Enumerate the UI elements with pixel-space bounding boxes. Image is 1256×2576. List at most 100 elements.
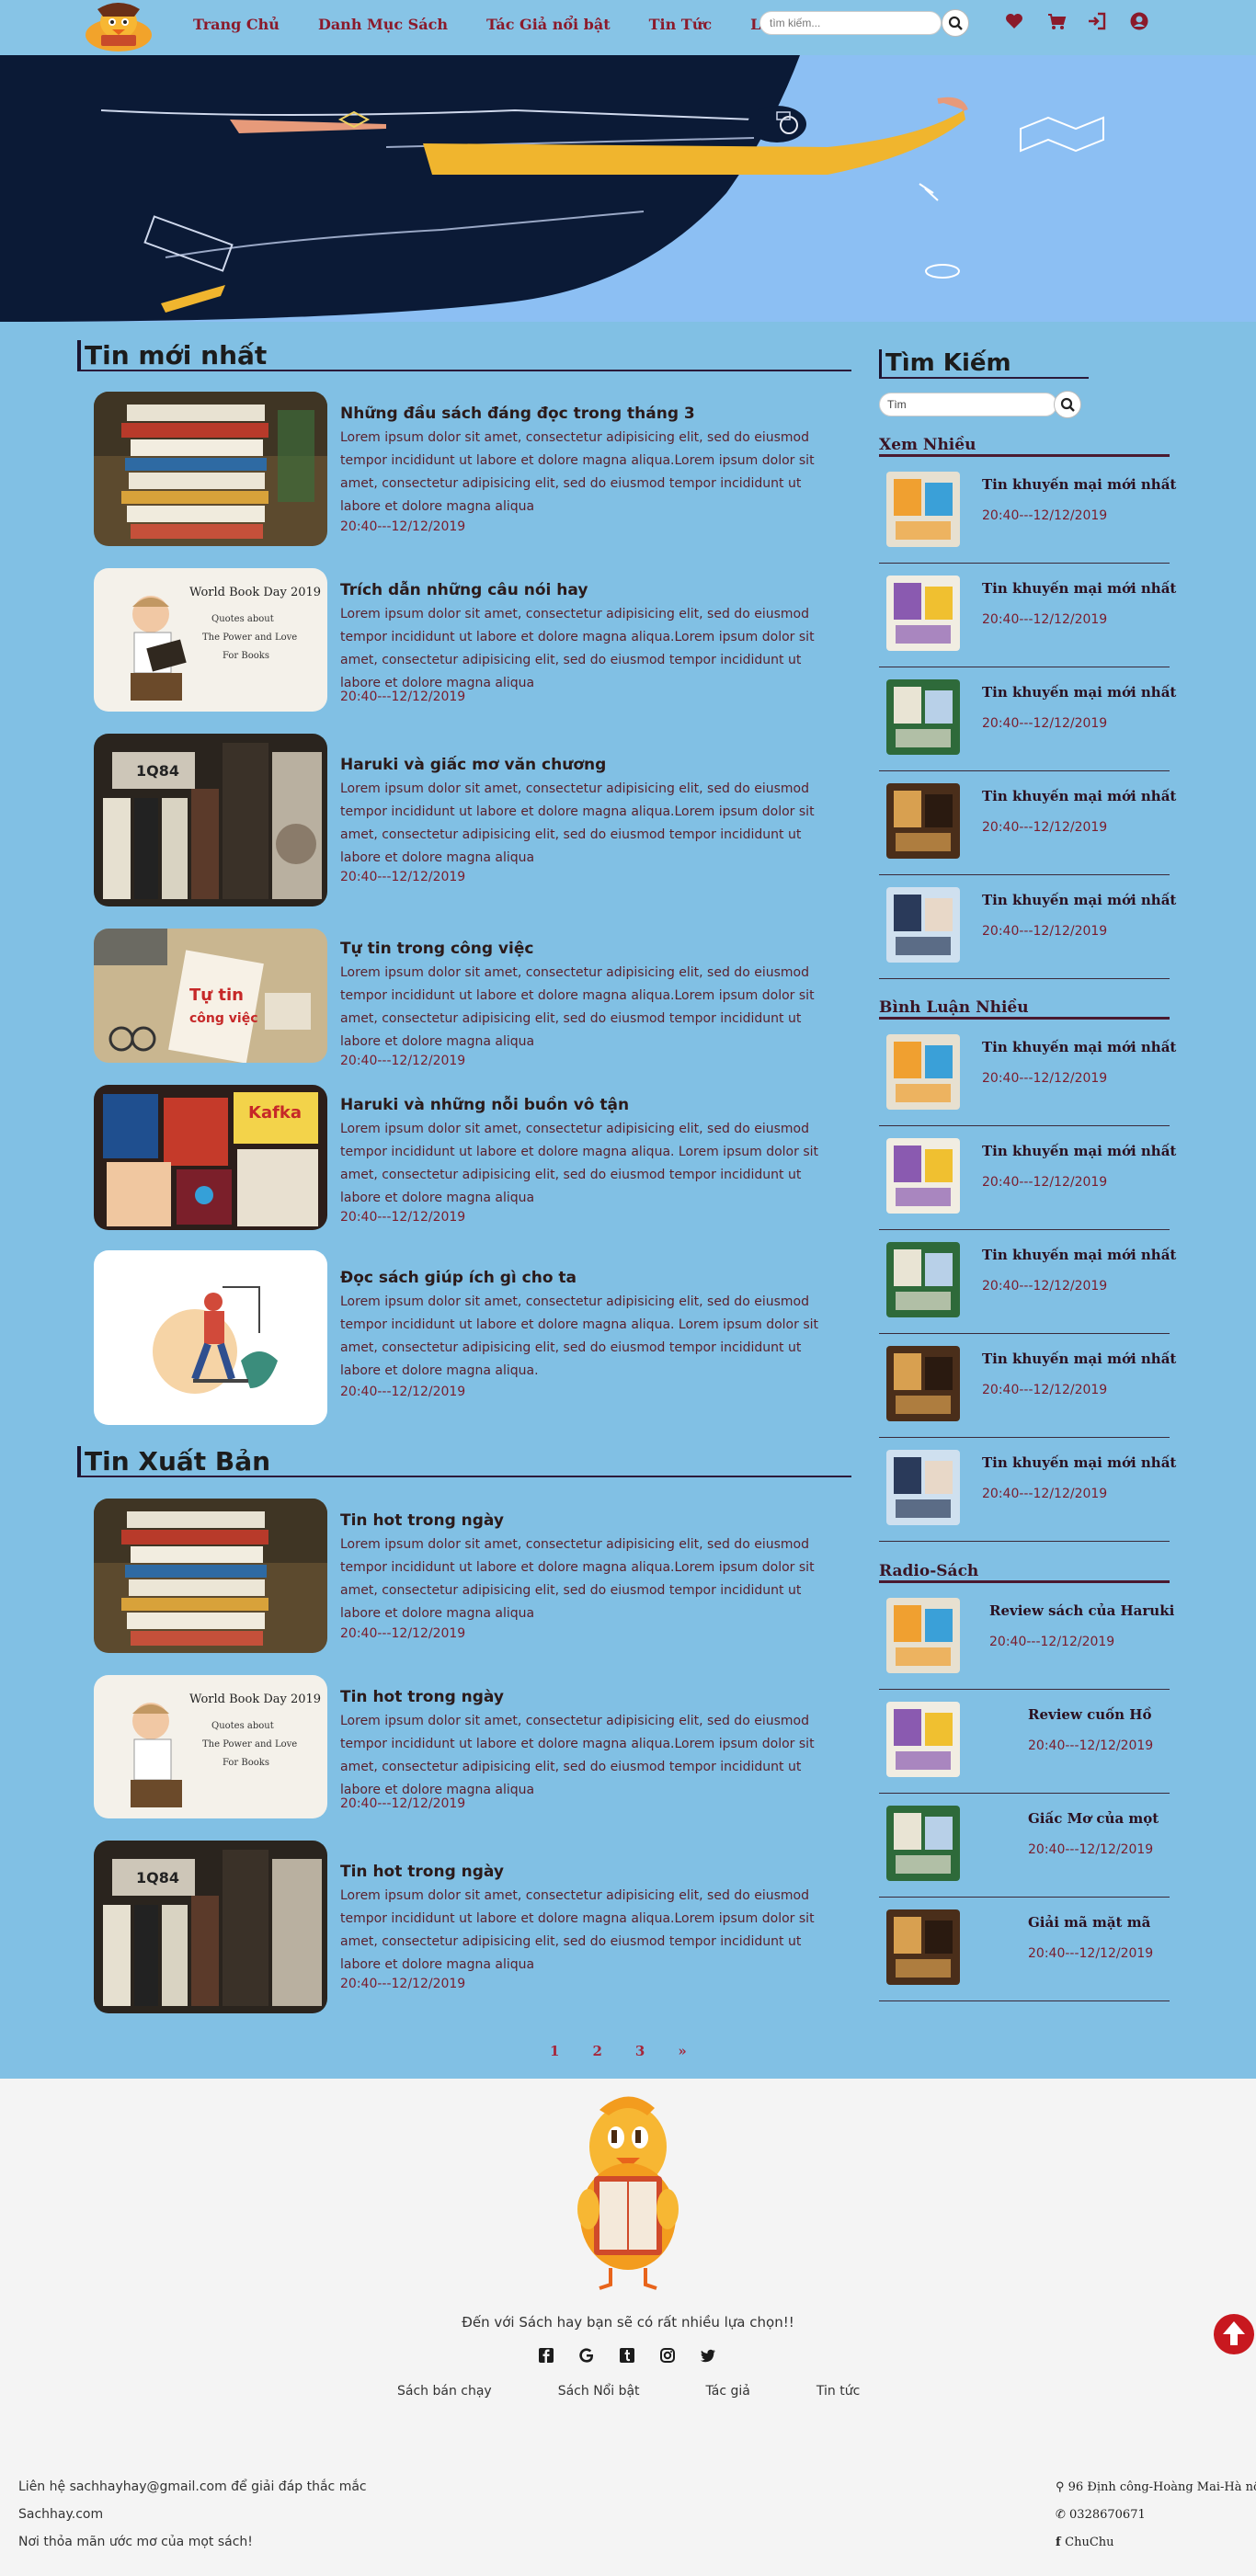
- article-title[interactable]: Đọc sách giúp ích gì cho ta: [340, 1269, 577, 1287]
- article-card[interactable]: 1Q84 Haruki và giấc mơ văn chương Lorem …: [94, 734, 848, 906]
- facebook-icon[interactable]: [537, 2346, 555, 2365]
- sidebar-thumbnail[interactable]: [886, 472, 960, 547]
- sidebar-news-item[interactable]: Giấc Mơ của mọt 20:40---12/12/2019: [879, 1794, 1170, 1898]
- svg-text:1Q84: 1Q84: [136, 762, 179, 780]
- article-thumbnail[interactable]: [94, 1499, 327, 1653]
- nav-authors[interactable]: Tác Giả nổi bật: [486, 16, 611, 33]
- article-title[interactable]: Haruki và giấc mơ văn chương: [340, 756, 606, 774]
- sidebar-news-item[interactable]: Tin khuyến mại mới nhất 20:40---12/12/201…: [879, 1230, 1176, 1334]
- twitter-icon[interactable]: [699, 2346, 717, 2365]
- sidebar-news-item[interactable]: Tin khuyến mại mới nhất 20:40---12/12/201…: [879, 771, 1176, 875]
- article-card[interactable]: Đọc sách giúp ích gì cho ta Lorem ipsum …: [94, 1250, 848, 1425]
- sidebar-thumbnail[interactable]: [886, 1450, 960, 1525]
- article-thumbnail[interactable]: [94, 392, 327, 546]
- sidebar-news-item[interactable]: Tin khuyến mại mới nhất 20:40---12/12/201…: [879, 1022, 1176, 1126]
- footer-facebook[interactable]: f ChuChu: [1056, 2536, 1114, 2549]
- page-3-link[interactable]: 3: [635, 2043, 645, 2059]
- sidebar-thumbnail[interactable]: [886, 1909, 960, 1985]
- article-title[interactable]: Trích dẫn những câu nói hay: [340, 581, 588, 599]
- footer-link-authors[interactable]: Tác giả: [706, 2384, 750, 2399]
- article-card[interactable]: 1Q84 Tin hot trong ngày Lorem ipsum dolo…: [94, 1841, 848, 2013]
- article-thumbnail[interactable]: 1Q84: [94, 1841, 327, 2013]
- sidebar-item-title[interactable]: Tin khuyến mại mới nhất: [982, 1143, 1176, 1159]
- sidebar-item-title[interactable]: Tin khuyến mại mới nhất: [982, 1247, 1176, 1263]
- sidebar-thumbnail[interactable]: [886, 1598, 960, 1673]
- sidebar-item-title[interactable]: Tin khuyến mại mới nhất: [982, 476, 1176, 493]
- page-2-link[interactable]: 2: [592, 2043, 601, 2059]
- article-title[interactable]: Tin hot trong ngày: [340, 1863, 504, 1881]
- sidebar-item-title[interactable]: Tin khuyến mại mới nhất: [982, 788, 1176, 804]
- sidebar-thumbnail[interactable]: [886, 1034, 960, 1110]
- nav-categories[interactable]: Danh Mục Sách: [318, 16, 448, 33]
- article-card[interactable]: Kafka Haruki và những nỗi buồn vô tận Lo…: [94, 1085, 848, 1230]
- sidebar-thumbnail[interactable]: [886, 576, 960, 651]
- nav-home[interactable]: Trang Chủ: [193, 16, 280, 33]
- sidebar-news-item[interactable]: Review cuốn Hồ 20:40---12/12/2019: [879, 1690, 1170, 1794]
- article-thumbnail[interactable]: Tự tin công việc: [94, 929, 327, 1063]
- article-title[interactable]: Haruki và những nỗi buồn vô tận: [340, 1096, 629, 1114]
- article-date: 20:40---12/12/2019: [340, 1054, 466, 1068]
- sidebar-news-item[interactable]: Tin khuyến mại mới nhất 20:40---12/12/201…: [879, 1334, 1176, 1438]
- sidebar-thumbnail[interactable]: [886, 887, 960, 963]
- sidebar-news-item[interactable]: Tin khuyến mại mới nhất 20:40---12/12/201…: [879, 1438, 1176, 1542]
- sidebar-thumbnail[interactable]: [886, 679, 960, 755]
- article-date: 20:40---12/12/2019: [340, 519, 466, 534]
- sidebar-search-button[interactable]: [1054, 391, 1081, 418]
- article-card[interactable]: Tự tin công việc Tự tin trong công việc …: [94, 929, 848, 1068]
- sidebar-search-input[interactable]: Tìm: [879, 393, 1057, 416]
- next-page-link[interactable]: »: [678, 2043, 686, 2059]
- sidebar-item-title[interactable]: Review cuốn Hồ: [1028, 1706, 1151, 1723]
- sidebar-thumbnail[interactable]: [886, 1138, 960, 1214]
- article-card[interactable]: Những đầu sách đáng đọc trong tháng 3 Lo…: [94, 392, 848, 546]
- nav-news[interactable]: Tin Tức: [649, 16, 712, 33]
- user-icon[interactable]: [1129, 11, 1149, 31]
- tumblr-icon[interactable]: [618, 2346, 636, 2365]
- article-thumbnail[interactable]: World Book Day 2019 Quotes about The Pow…: [94, 1675, 327, 1818]
- article-thumbnail[interactable]: 1Q84: [94, 734, 327, 906]
- google-icon[interactable]: [577, 2346, 596, 2365]
- sidebar-item-title[interactable]: Tin khuyến mại mới nhất: [982, 1039, 1176, 1055]
- sidebar-item-title[interactable]: Review sách của Haruki: [989, 1602, 1174, 1619]
- sidebar-item-title[interactable]: Tin khuyến mại mới nhất: [982, 1351, 1176, 1367]
- article-title[interactable]: Tin hot trong ngày: [340, 1511, 504, 1530]
- header-search-button[interactable]: [942, 9, 969, 37]
- article-card[interactable]: World Book Day 2019 Quotes about The Pow…: [94, 568, 848, 712]
- article-title[interactable]: Tự tin trong công việc: [340, 940, 533, 958]
- footer-link-featured[interactable]: Sách Nổi bật: [558, 2384, 640, 2399]
- sidebar-news-item[interactable]: Tin khuyến mại mới nhất 20:40---12/12/201…: [879, 1126, 1176, 1230]
- footer-link-bestsellers[interactable]: Sách bán chạy: [397, 2384, 492, 2399]
- article-title[interactable]: Những đầu sách đáng đọc trong tháng 3: [340, 405, 695, 423]
- footer-link-news[interactable]: Tin tức: [816, 2384, 860, 2399]
- article-title[interactable]: Tin hot trong ngày: [340, 1688, 504, 1706]
- instagram-icon[interactable]: [658, 2346, 677, 2365]
- sidebar-thumbnail[interactable]: [886, 783, 960, 859]
- cart-icon[interactable]: [1046, 11, 1067, 31]
- header-search-input[interactable]: tìm kiếm...: [759, 11, 942, 35]
- sidebar-news-item[interactable]: Giải mã mặt mã 20:40---12/12/2019: [879, 1898, 1170, 2001]
- article-thumbnail[interactable]: World Book Day 2019 Quotes about The Pow…: [94, 568, 327, 712]
- back-to-top-button[interactable]: [1214, 2314, 1254, 2354]
- login-icon[interactable]: [1087, 11, 1107, 31]
- sidebar-item-title[interactable]: Tin khuyến mại mới nhất: [982, 684, 1176, 701]
- sidebar-item-title[interactable]: Giấc Mơ của mọt: [1028, 1810, 1159, 1827]
- sidebar-news-item[interactable]: Review sách của Haruki 20:40---12/12/2019: [879, 1586, 1174, 1690]
- page-1-link[interactable]: 1: [550, 2043, 559, 2059]
- sidebar-news-item[interactable]: Tin khuyến mại mới nhất 20:40---12/12/201…: [879, 667, 1176, 771]
- sidebar-thumbnail[interactable]: [886, 1702, 960, 1777]
- sidebar-item-title[interactable]: Tin khuyến mại mới nhất: [982, 1454, 1176, 1471]
- sidebar-thumbnail[interactable]: [886, 1806, 960, 1881]
- sidebar-news-item[interactable]: Tin khuyến mại mới nhất 20:40---12/12/201…: [879, 564, 1176, 667]
- sidebar-item-title[interactable]: Tin khuyến mại mới nhất: [982, 892, 1176, 908]
- article-thumbnail[interactable]: [94, 1250, 327, 1425]
- sidebar-thumbnail[interactable]: [886, 1242, 960, 1317]
- article-card[interactable]: World Book Day 2019 Quotes about The Pow…: [94, 1675, 848, 1818]
- sidebar-item-title[interactable]: Giải mã mặt mã: [1028, 1914, 1150, 1931]
- sidebar-thumbnail[interactable]: [886, 1346, 960, 1421]
- article-thumbnail[interactable]: Kafka: [94, 1085, 327, 1230]
- heart-icon[interactable]: [1004, 11, 1024, 31]
- sidebar-item-title[interactable]: Tin khuyến mại mới nhất: [982, 580, 1176, 597]
- article-card[interactable]: Tin hot trong ngày Lorem ipsum dolor sit…: [94, 1499, 848, 1653]
- duck-logo[interactable]: [79, 2, 158, 53]
- sidebar-news-item[interactable]: Tin khuyến mại mới nhất 20:40---12/12/201…: [879, 875, 1176, 979]
- sidebar-news-item[interactable]: Tin khuyến mại mới nhất 20:40---12/12/201…: [879, 460, 1176, 564]
